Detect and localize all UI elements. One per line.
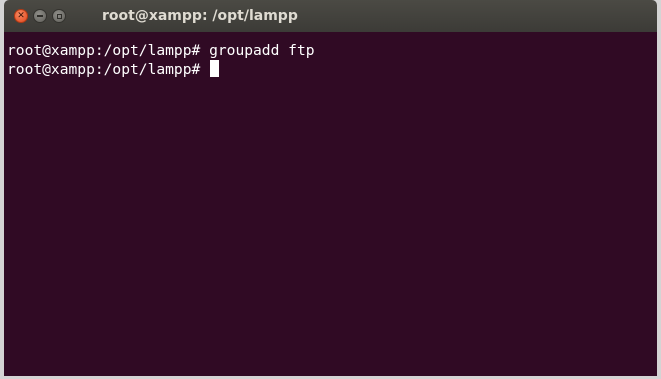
maximize-icon: [56, 13, 62, 19]
window-controls: ✕: [14, 8, 71, 24]
close-button[interactable]: ✕: [14, 9, 28, 23]
minimize-button[interactable]: [33, 9, 47, 23]
terminal-window: ✕ root@xampp: /opt/lampp root@xampp:/opt…: [0, 0, 661, 379]
window-title: root@xampp: /opt/lampp: [102, 8, 298, 24]
minimize-icon: [37, 15, 43, 17]
command-text: groupadd ftp: [209, 42, 315, 59]
prompt: root@xampp:/opt/lampp#: [7, 61, 210, 78]
terminal-line: root@xampp:/opt/lampp#: [7, 60, 220, 78]
maximize-button[interactable]: [52, 9, 66, 23]
title-bar[interactable]: ✕ root@xampp: /opt/lampp: [4, 0, 657, 32]
prompt: root@xampp:/opt/lampp#: [7, 42, 210, 59]
terminal-line: root@xampp:/opt/lampp# groupadd ftp: [7, 42, 315, 60]
close-icon: ✕: [17, 10, 25, 21]
text-cursor: [210, 60, 220, 77]
terminal-area[interactable]: root@xampp:/opt/lampp# groupadd ftp root…: [4, 32, 657, 376]
